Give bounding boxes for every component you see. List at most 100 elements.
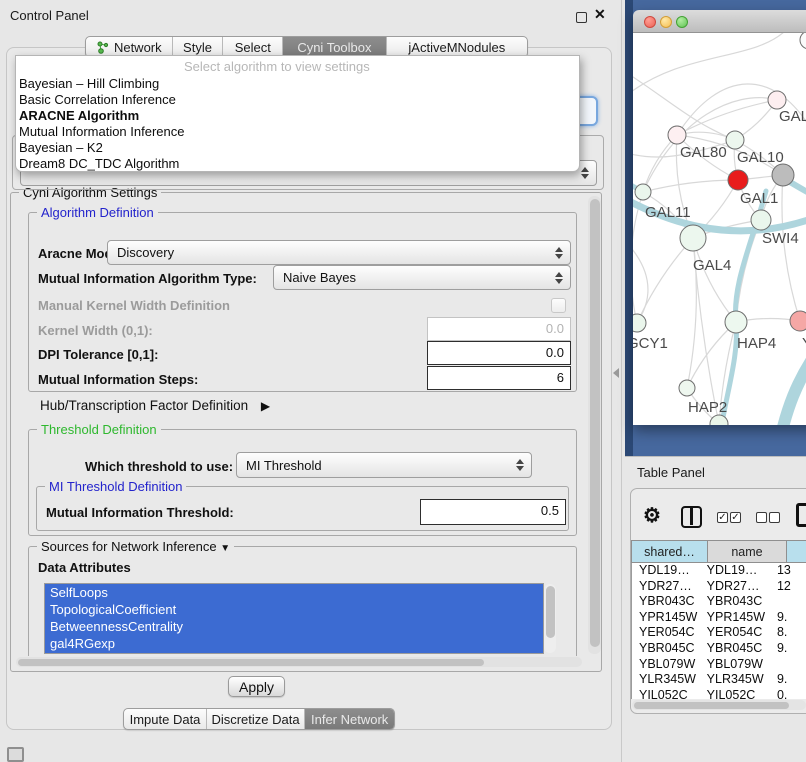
- mi-threshold-field[interactable]: 0.5: [420, 499, 566, 525]
- algorithm-option[interactable]: Basic Correlation Inference: [19, 92, 569, 108]
- apply-button[interactable]: Apply: [228, 676, 285, 697]
- table-cell[interactable]: 12: [770, 579, 806, 595]
- network-node-Y-node[interactable]: [790, 311, 806, 331]
- tab-infer-network[interactable]: Infer Network: [305, 709, 394, 729]
- network-canvas[interactable]: GAL80GAL10GAL1GAL11SWI4GAL4GALGCY1HAP4YH…: [633, 33, 806, 425]
- algorithm-option-selected[interactable]: ARACNE Algorithm: [19, 108, 569, 124]
- document-icon[interactable]: [796, 503, 806, 527]
- minimized-panel-icon[interactable]: [7, 747, 24, 762]
- list-item[interactable]: SelfLoops: [45, 584, 543, 601]
- table-cell[interactable]: [770, 657, 806, 673]
- table-row[interactable]: YDL19…YDL19…13: [632, 563, 806, 579]
- table-cell[interactable]: YER054C: [632, 625, 700, 641]
- table-row[interactable]: YLR345WYLR345W9.: [632, 672, 806, 688]
- aracne-mode-combobox[interactable]: Discovery: [107, 240, 571, 265]
- table-cell[interactable]: YBL079W: [700, 657, 770, 673]
- table-row[interactable]: YDR27…YDR27…12: [632, 579, 806, 595]
- table-cell[interactable]: YPR145W: [700, 610, 770, 626]
- table-cell[interactable]: 9.: [770, 641, 806, 657]
- table-cell[interactable]: YBL079W: [632, 657, 700, 673]
- list-vertical-scrollbar[interactable]: [544, 584, 556, 653]
- algorithm-option[interactable]: Bayesian – Hill Climbing: [19, 76, 569, 92]
- minimize-window-icon[interactable]: [660, 16, 672, 28]
- close-window-icon[interactable]: [644, 16, 656, 28]
- tab-discretize-data[interactable]: Discretize Data: [207, 709, 305, 729]
- table-row[interactable]: YBR045CYBR045C9.: [632, 641, 806, 657]
- table-cell[interactable]: YIL052C: [632, 688, 700, 699]
- table-horizontal-scrollbar[interactable]: [632, 700, 806, 710]
- settings-horizontal-scrollbar[interactable]: [16, 657, 582, 667]
- table-cell[interactable]: YER054C: [700, 625, 770, 641]
- checked-checkbox-icon[interactable]: ✓: [717, 512, 728, 523]
- network-node-GAL-top[interactable]: [768, 91, 786, 109]
- kernel-width-field[interactable]: 0.0: [427, 317, 571, 341]
- float-panel-icon[interactable]: [576, 12, 587, 23]
- dpi-tolerance-field[interactable]: 0.0: [427, 341, 571, 365]
- list-item[interactable]: gal4RGexp: [45, 635, 543, 652]
- manual-kernel-checkbox[interactable]: [551, 298, 566, 313]
- table-row[interactable]: YPR145WYPR145W9.: [632, 610, 806, 626]
- column-header-cut[interactable]: [787, 540, 806, 563]
- collapse-down-icon[interactable]: ▼: [220, 543, 230, 554]
- table-cell[interactable]: YPR145W: [632, 610, 700, 626]
- settings-vertical-scrollbar[interactable]: [588, 196, 601, 654]
- table-cell[interactable]: 0.: [770, 688, 806, 699]
- table-cell[interactable]: YBR043C: [700, 594, 770, 610]
- table-row[interactable]: YER054CYER054C8.: [632, 625, 806, 641]
- close-panel-icon[interactable]: ✕: [594, 6, 606, 23]
- network-node-HAP4[interactable]: [725, 311, 747, 333]
- table-cell[interactable]: YDL19…: [632, 563, 700, 579]
- network-node-GCY1[interactable]: [633, 314, 646, 332]
- unchecked-checkbox-icon[interactable]: [769, 512, 780, 523]
- tab-select[interactable]: Select: [223, 37, 283, 57]
- table-cell[interactable]: YLR345W: [700, 672, 770, 688]
- column-header-shared-name[interactable]: shared…: [631, 540, 708, 563]
- unchecked-checkbox-icon[interactable]: [756, 512, 767, 523]
- algorithm-option[interactable]: Bayesian – K2: [19, 140, 569, 156]
- network-node-GAL10[interactable]: [726, 131, 744, 149]
- table-cell[interactable]: YIL052C: [700, 688, 770, 699]
- zoom-window-icon[interactable]: [676, 16, 688, 28]
- table-cell[interactable]: 8.: [770, 625, 806, 641]
- list-item[interactable]: TopologicalCoefficient: [45, 601, 543, 618]
- list-item[interactable]: BetweennessCentrality: [45, 618, 543, 635]
- network-node-SWI4[interactable]: [751, 210, 771, 230]
- table-cell[interactable]: 9.: [770, 610, 806, 626]
- table-cell[interactable]: YDL19…: [700, 563, 770, 579]
- tab-jactivemnodules[interactable]: jActiveMNodules: [387, 37, 527, 57]
- tab-impute-data[interactable]: Impute Data: [124, 709, 207, 729]
- tab-network[interactable]: Network: [86, 37, 173, 57]
- table-cell[interactable]: 9.: [770, 672, 806, 688]
- split-columns-icon[interactable]: [681, 506, 702, 528]
- network-node-GAL80[interactable]: [668, 126, 686, 144]
- table-cell[interactable]: YBR045C: [700, 641, 770, 657]
- mi-type-combobox[interactable]: Naive Bayes: [273, 265, 571, 290]
- column-header-name[interactable]: name: [708, 540, 787, 563]
- network-node-GAL1[interactable]: [728, 170, 748, 190]
- mi-steps-field[interactable]: 6: [427, 366, 571, 390]
- tab-style[interactable]: Style: [173, 37, 224, 57]
- table-cell[interactable]: 13: [770, 563, 806, 579]
- hub-transcription-expander[interactable]: Hub/Transcription Factor Definition ▶: [40, 398, 270, 413]
- list-item-partial[interactable]: [45, 652, 543, 654]
- network-node-gray-node[interactable]: [772, 164, 794, 186]
- table-cell[interactable]: YDR27…: [700, 579, 770, 595]
- tab-cyni-toolbox[interactable]: Cyni Toolbox: [283, 37, 387, 57]
- network-node-edge-circle[interactable]: [800, 33, 806, 49]
- network-node-GAL11[interactable]: [635, 184, 651, 200]
- table-row[interactable]: YBR043CYBR043C: [632, 594, 806, 610]
- table-cell[interactable]: YBR043C: [632, 594, 700, 610]
- network-node-GAL4[interactable]: [680, 225, 706, 251]
- table-row[interactable]: YIL052CYIL052C0.: [632, 688, 806, 699]
- table-cell[interactable]: YDR27…: [632, 579, 700, 595]
- algorithm-option[interactable]: Dream8 DC_TDC Algorithm: [19, 156, 569, 172]
- which-threshold-combobox[interactable]: MI Threshold: [236, 452, 532, 478]
- algorithm-option[interactable]: Mutual Information Inference: [19, 124, 569, 140]
- table-cell[interactable]: YLR345W: [632, 672, 700, 688]
- table-row[interactable]: YBL079WYBL079W: [632, 657, 806, 673]
- table-cell[interactable]: YBR045C: [632, 641, 700, 657]
- network-window-titlebar[interactable]: [633, 10, 806, 33]
- split-collapse-arrow[interactable]: [613, 368, 619, 378]
- gear-icon[interactable]: ⚙: [643, 503, 661, 528]
- network-node-HAP2[interactable]: [679, 380, 695, 396]
